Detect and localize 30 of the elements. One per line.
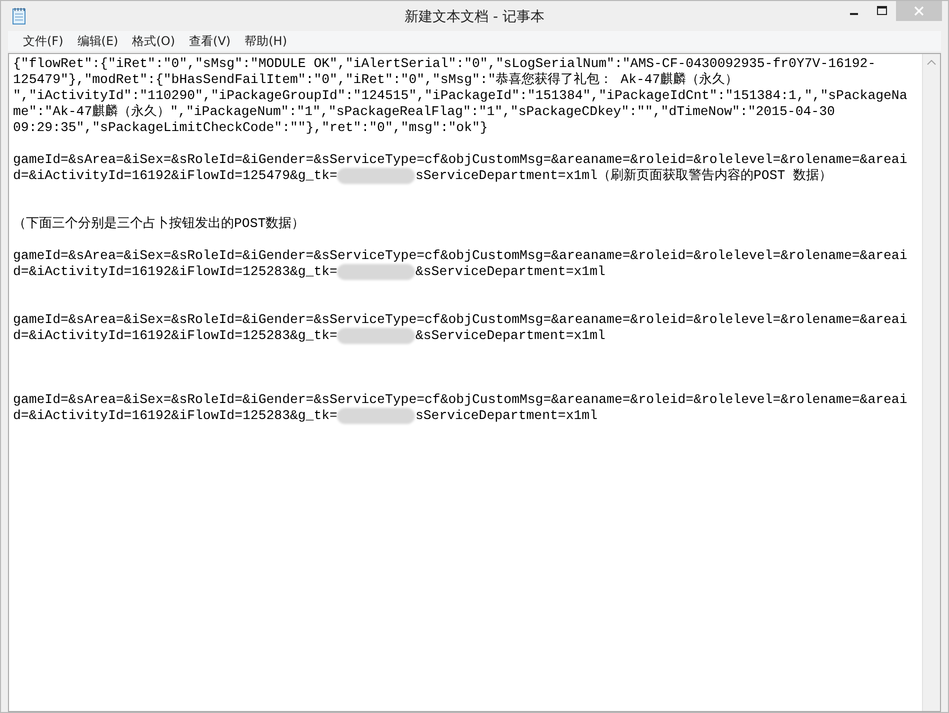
notepad-icon: [11, 7, 27, 25]
text-line: d=&iActivityId=16192&iFlowId=125283&g_tk=: [13, 264, 338, 280]
text-line: gameId=&sArea=&iSex=&sRoleId=&iGender=&sServiceType=cf&objCustomMsg=&areaname=&roleid=&rolelevel=&rolename=&areai: [13, 312, 908, 328]
text-line: &sServiceDepartment=x1ml: [415, 264, 606, 280]
maximize-icon: [877, 6, 887, 16]
text-line: gameId=&sArea=&iSex=&sRoleId=&iGender=&sServiceType=cf&objCustomMsg=&areaname=&roleid=&rolelevel=&rolename=&areai: [13, 392, 908, 408]
text-line: sServiceDepartment=x1ml: [415, 408, 598, 424]
text-line: {"flowRet":{"iRet":"0","sMsg":"MODULE OK","iAlertSerial":"0","sLogSerialNum":"AMS-CF-0430092935-fr0Y7V-16192-: [13, 56, 876, 72]
menu-item[interactable]: 编辑(E): [70, 32, 126, 50]
scroll-up-icon[interactable]: [927, 60, 936, 65]
menu-item[interactable]: 格式(O): [125, 32, 182, 50]
text-line: d=&iActivityId=16192&iFlowId=125479&g_tk=: [13, 168, 338, 184]
menu-item[interactable]: 文件(F): [16, 32, 70, 50]
minimize-icon: [850, 13, 858, 15]
text-line: d=&iActivityId=16192&iFlowId=125283&g_tk=: [13, 328, 338, 344]
text-line: sServiceDepartment=x1ml（刷新页面获取警告内容的POST 数据）: [415, 168, 832, 184]
text-line: 125479"},"modRet":{"bHasSendFailItem":"0","iRet":"0","sMsg":"恭喜您获得了礼包： Ak-47麒麟（永久）: [13, 72, 738, 88]
window-title: 新建文本文档 - 记事本: [404, 8, 544, 26]
menu-item[interactable]: 查看(V): [182, 32, 238, 50]
close-icon: [914, 6, 924, 16]
text-line: （下面三个分别是三个占卜按钮发出的POST数据）: [13, 216, 305, 232]
text-line: ","iActivityId":"110290","iPackageGroupId":"124515","iPackageId":"151384","iPackageIdCnt":"151384:1,","sPackageNa: [13, 88, 908, 104]
menu-item[interactable]: 帮助(H): [238, 32, 294, 50]
text-line: 09:29:35","sPackageLimitCheckCode":""},"ret":"0","msg":"ok"}: [13, 120, 488, 136]
text-line: gameId=&sArea=&iSex=&sRoleId=&iGender=&sServiceType=cf&objCustomMsg=&areaname=&roleid=&rolelevel=&rolename=&areai: [13, 152, 908, 168]
text-line: d=&iActivityId=16192&iFlowId=125283&g_tk=: [13, 408, 338, 424]
text-line: gameId=&sArea=&iSex=&sRoleId=&iGender=&sServiceType=cf&objCustomMsg=&areaname=&roleid=&rolelevel=&rolename=&areai: [13, 248, 908, 264]
text-line: &sServiceDepartment=x1ml: [415, 328, 606, 344]
text-line: me":"Ak-47麒麟（永久）","iPackageNum":"1","sPackageRealFlag":"1","sPackageCDkey":"","dTimeNow":"2015-04-30: [13, 104, 835, 120]
scrollbar[interactable]: [922, 54, 940, 711]
